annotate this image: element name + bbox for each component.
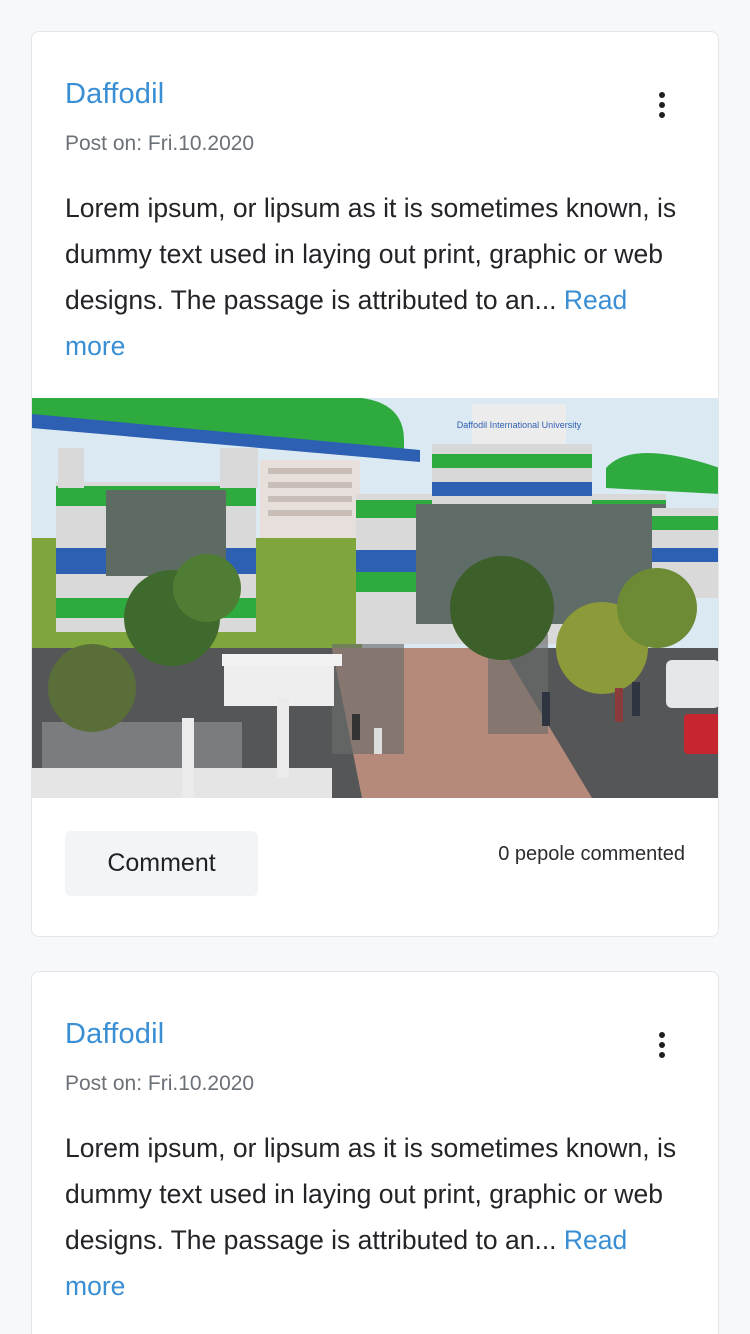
post-excerpt: Lorem ipsum, or lipsum as it is sometime…: [65, 185, 690, 369]
post-feed: Daffodil Post on: Fri.10.2020 Lorem ipsu…: [0, 0, 750, 1334]
university-sign: Daffodil International University: [457, 420, 582, 430]
post-author-link[interactable]: Daffodil: [65, 78, 694, 111]
more-vertical-icon[interactable]: [650, 88, 674, 122]
post-excerpt: Lorem ipsum, or lipsum as it is sometime…: [65, 1125, 690, 1309]
comment-count: 0 pepole commented: [498, 843, 685, 865]
post-card: Daffodil Post on: Fri.10.2020 Lorem ipsu…: [31, 31, 719, 937]
more-vertical-icon[interactable]: [650, 1028, 674, 1062]
post-date: Post on: Fri.10.2020: [65, 1072, 255, 1095]
post-image[interactable]: Daffodil International University: [32, 398, 718, 798]
post-date: Post on: Fri.10.2020: [65, 132, 255, 155]
post-author-link[interactable]: Daffodil: [65, 1018, 694, 1051]
post-card: Daffodil Post on: Fri.10.2020 Lorem ipsu…: [31, 971, 719, 1334]
comment-button[interactable]: Comment: [65, 831, 258, 896]
